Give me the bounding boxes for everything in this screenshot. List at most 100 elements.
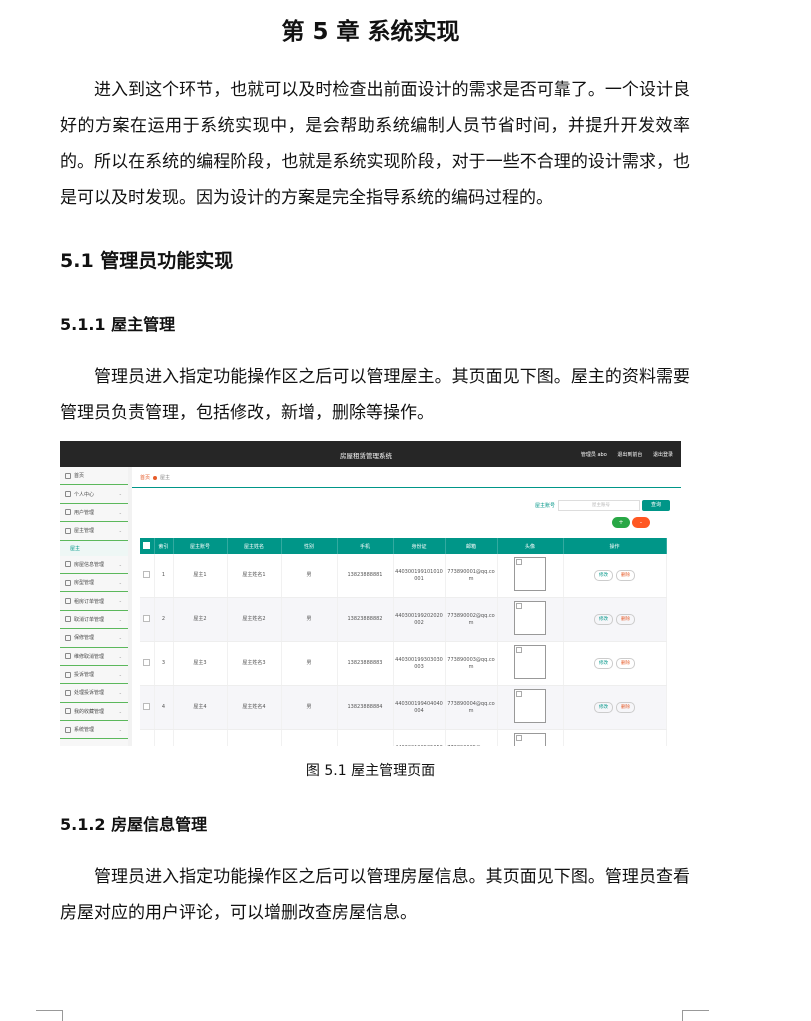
chapter-title: 第 5 章 系统实现: [281, 19, 460, 45]
breadcrumb-current: 屋主: [160, 475, 171, 481]
row-actions: 修改 删除: [565, 614, 665, 625]
edit-button[interactable]: 修改: [594, 614, 613, 625]
remove-button[interactable]: 删除: [616, 614, 635, 625]
menu-icon: [65, 726, 71, 733]
paragraph-5-1-2: 管理员进入指定功能操作区之后可以管理房屋信息。其页面见下图。管理员查看房屋对应的…: [60, 867, 690, 923]
admin-user-link[interactable]: 管理员 abo: [581, 452, 607, 458]
sidebar-item[interactable]: 我的收藏管理 ⌄: [60, 703, 128, 722]
menu-icon: [65, 634, 71, 641]
chevron-down-icon: ⌄: [118, 635, 122, 641]
chevron-down-icon: ⌄: [118, 708, 122, 714]
edit-button[interactable]: 修改: [594, 570, 613, 581]
cell-phone: 13823888882: [337, 597, 394, 642]
cell-actions: 修改删除: [563, 641, 667, 686]
menu-icon: [65, 653, 71, 660]
chevron-down-icon: ⌄: [118, 528, 122, 534]
column-header: 屋主账号: [173, 538, 228, 554]
section-heading-5-1-2: 5.1.2 房屋信息管理: [60, 815, 208, 834]
cell-idcard: 440300199101010001: [393, 554, 446, 598]
cell-gender: 男: [281, 597, 338, 642]
logout-link[interactable]: 退出登录: [653, 452, 673, 458]
figure-caption: 图 5.1 屋主管理页面: [305, 763, 436, 779]
sidebar-item[interactable]: 维修取消管理 ⌄: [60, 648, 128, 666]
search-input[interactable]: 屋主账号: [558, 500, 641, 511]
sidebar-subitem[interactable]: 屋主: [60, 540, 128, 556]
table-row: 3 屋主3 屋主姓名3 男 13823888883 440300199303030003 7…: [140, 641, 667, 686]
menu-icon: [65, 579, 71, 586]
row-actions: 修改 删除: [565, 658, 665, 669]
row-checkbox[interactable]: [143, 658, 151, 666]
cell-name: 屋主姓名5: [227, 729, 282, 746]
cell-phone: 13823888881: [337, 554, 394, 598]
sidebar-item[interactable]: 投诉管理 ⌄: [60, 666, 128, 685]
broken-image-icon: [514, 733, 546, 746]
divider: [132, 487, 681, 488]
sidebar-item[interactable]: 取消订单管理 ⌄: [60, 611, 128, 630]
cell-idx: 2: [154, 597, 174, 642]
sidebar-item-label: 处理投诉管理: [74, 690, 105, 697]
chevron-down-icon: ⌄: [118, 616, 122, 622]
sidebar-item[interactable]: 首页: [60, 467, 128, 486]
sidebar-item[interactable]: 房屋信息管理 ⌄: [60, 556, 128, 574]
sidebar-item[interactable]: 系统管理 ⌄: [60, 721, 128, 740]
column-header: 操作: [563, 538, 667, 554]
remove-button[interactable]: 删除: [616, 570, 635, 581]
section-heading-5-1: 5.1 管理员功能实现: [60, 250, 234, 272]
edit-button[interactable]: 修改: [594, 702, 613, 713]
sidebar-item[interactable]: 个人中心 ⌄: [60, 485, 128, 504]
chevron-down-icon: ⌄: [118, 598, 122, 604]
sidebar-item-label: 屋主管理: [74, 528, 95, 535]
menu-icon: [65, 561, 71, 568]
sidebar-item-label: 用户管理: [74, 509, 95, 516]
row-checkbox[interactable]: [143, 570, 151, 578]
remove-button[interactable]: 删除: [616, 702, 635, 713]
cell-account: 屋主3: [173, 641, 228, 686]
delete-button[interactable]: -: [632, 517, 650, 528]
cell-avatar: [497, 641, 564, 686]
sidebar-item[interactable]: 保修管理 ⌄: [60, 629, 128, 648]
menu-icon: [65, 491, 71, 498]
sidebar-item[interactable]: 租房订单管理 ⌄: [60, 592, 128, 611]
chevron-down-icon: ⌄: [118, 491, 122, 497]
cell-phone: 13823888883: [337, 641, 394, 686]
cell-idx: 3: [154, 641, 174, 686]
cell-phone: 13823888884: [337, 685, 394, 730]
row-checkbox-cell: [140, 597, 155, 642]
menu-icon: [65, 598, 71, 605]
chevron-down-icon: ⌄: [118, 690, 122, 696]
column-header: 身份证: [393, 538, 446, 554]
column-header: 手机: [337, 538, 394, 554]
search-button[interactable]: 查询: [642, 500, 671, 511]
cell-avatar: [497, 685, 564, 730]
sidebar-item[interactable]: 用户管理 ⌄: [60, 504, 128, 523]
sidebar-item-label: 取消订单管理: [74, 616, 105, 623]
cell-account: 屋主1: [173, 554, 228, 598]
remove-button[interactable]: 删除: [616, 658, 635, 669]
sidebar-item-label: 维修取消管理: [74, 653, 105, 660]
column-header: [140, 538, 155, 554]
sidebar-item[interactable]: 屋主管理 ⌄: [60, 522, 128, 541]
row-checkbox[interactable]: [143, 702, 151, 710]
broken-image-icon: [514, 557, 546, 591]
sidebar-item[interactable]: 处理投诉管理 ⌄: [60, 684, 128, 703]
cell-account: 屋主2: [173, 597, 228, 642]
search-bar: 屋主账号 屋主账号 查询: [535, 500, 671, 511]
sidebar-item[interactable]: 房型管理 ⌄: [60, 574, 128, 593]
front-page-link[interactable]: 退出到前台: [617, 452, 642, 458]
column-header: 头像: [497, 538, 564, 554]
cell-idcard: 440300199303030003: [393, 641, 446, 686]
sidebar-item-label: 投诉管理: [74, 672, 95, 679]
cell-email: 773890001@qq.com: [445, 554, 498, 598]
row-actions: 修改 删除: [565, 702, 665, 713]
sidebar-item-label: 租房订单管理: [74, 598, 105, 605]
breadcrumb-home[interactable]: 首页: [140, 475, 150, 481]
add-button[interactable]: +: [612, 517, 630, 528]
row-checkbox[interactable]: [143, 614, 151, 622]
header-links: 管理员 abo 退出到前台 退出登录: [572, 451, 673, 458]
edit-button[interactable]: 修改: [594, 658, 613, 669]
select-all-checkbox[interactable]: [143, 541, 151, 549]
cell-idcard: 440300199202020002: [393, 597, 446, 642]
row-actions: 修改 删除: [565, 570, 665, 581]
sidebar-item-label: 房屋信息管理: [74, 561, 105, 568]
table-row: 2 屋主2 屋主姓名2 男 13823888882 440300199202020002 7…: [140, 597, 667, 642]
